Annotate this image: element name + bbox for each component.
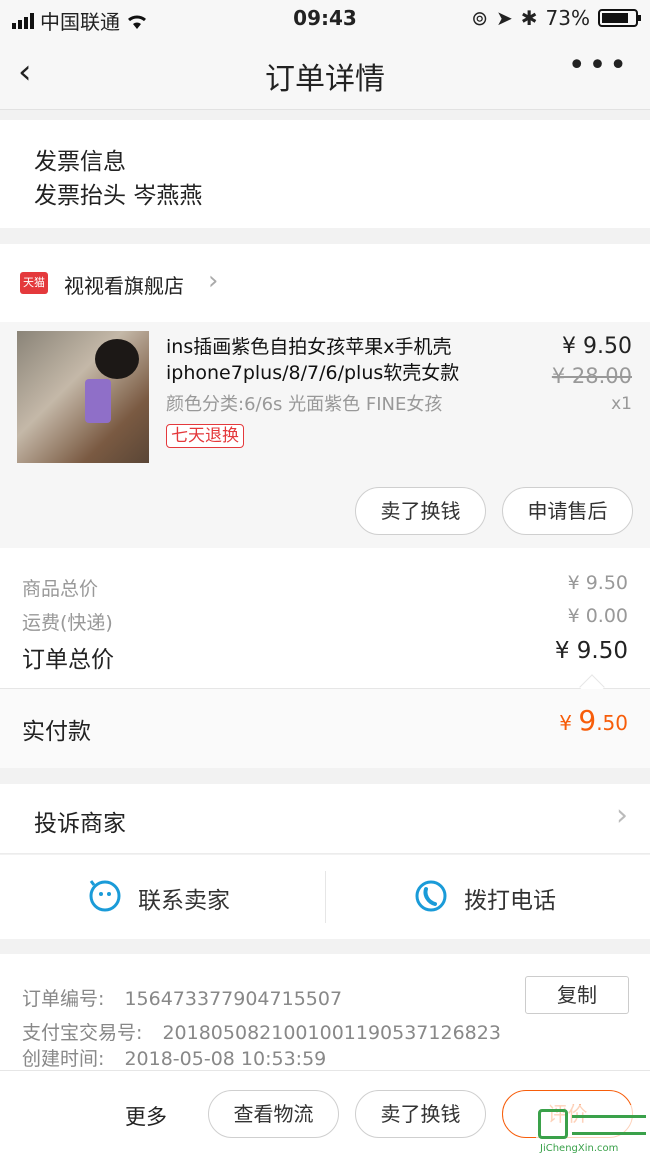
chat-face-icon: [89, 880, 121, 912]
contact-seller-button[interactable]: 联系卖家: [0, 855, 325, 939]
battery-percent: 73%: [545, 6, 590, 30]
page-title: 订单详情: [265, 62, 385, 97]
invoice-header-value: 岑燕燕: [133, 183, 203, 209]
sell-for-cash-button-bottom[interactable]: 卖了换钱: [355, 1090, 486, 1138]
phone-shape: [85, 379, 111, 423]
alipay-label: 支付宝交易号:: [22, 1022, 143, 1044]
copy-button[interactable]: 复制: [525, 976, 629, 1014]
phone-icon: [415, 880, 447, 912]
alipay-value: 2018050821001001190537126823: [162, 1022, 501, 1044]
created-time: 创建时间: 2018-05-08 10:53:59: [22, 1044, 326, 1071]
more-icon[interactable]: •••: [568, 48, 630, 83]
product-title-2: iphone7plus/8/7/6/plus软壳女款: [166, 362, 460, 384]
product-sku: 颜色分类:6/6s 光面紫色 FINE女孩: [166, 394, 443, 415]
after-sale-button[interactable]: 申请售后: [502, 487, 633, 535]
order-number-value: 156473377904715507: [124, 988, 343, 1010]
paid-label: 实付款: [22, 719, 91, 745]
invoice-section: 发票信息 发票抬头 岑燕燕: [0, 120, 650, 228]
chevron-right-icon: ›: [208, 266, 219, 296]
goods-total-label: 商品总价: [22, 578, 99, 600]
battery-icon: [598, 9, 641, 27]
status-bar: 中国联通 09:43 ⊚ ➤ ✱ 73%: [0, 0, 650, 38]
call-button[interactable]: 拨打电话: [326, 855, 650, 939]
created-value: 2018-05-08 10:53:59: [124, 1048, 327, 1070]
created-label: 创建时间:: [22, 1048, 105, 1070]
view-logistics-button[interactable]: 查看物流: [208, 1090, 339, 1138]
product-original-price: ¥ 28.00: [551, 364, 632, 388]
watermark-mark: [538, 1109, 568, 1139]
invoice-header-label: 发票抬头: [34, 183, 126, 209]
order-total-label: 订单总价: [22, 647, 114, 673]
order-number: 订单编号: 156473377904715507: [22, 984, 342, 1011]
sell-for-cash-button[interactable]: 卖了换钱: [355, 487, 486, 535]
paid-decimal: .50: [596, 711, 628, 735]
store-row[interactable]: 天猫 视视看旗舰店 ›: [0, 244, 650, 322]
watermark-logo: JiChengXin.com: [536, 1105, 650, 1156]
hair-shape: [95, 339, 139, 379]
product-qty: x1: [611, 394, 632, 414]
chevron-right-icon: ›: [616, 798, 628, 833]
product-title-1: ins插画紫色自拍女孩苹果x手机壳: [166, 336, 452, 358]
freight-value: ¥ 0.00: [567, 605, 628, 627]
location-icon: ➤: [496, 6, 513, 30]
order-total-value: ¥ 9.50: [554, 638, 628, 664]
paid-currency: ¥: [559, 711, 572, 735]
watermark-url: JiChengXin.com: [540, 1143, 619, 1154]
order-number-label: 订单编号:: [22, 988, 105, 1010]
contact-seller-label: 联系卖家: [138, 888, 230, 914]
price-summary: 商品总价 ¥ 9.50 运费(快递) ¥ 0.00 订单总价 ¥ 9.50 实付…: [0, 548, 650, 768]
contact-bar: 联系卖家 拨打电话: [0, 855, 650, 939]
call-label: 拨打电话: [464, 888, 556, 914]
goods-total-value: ¥ 9.50: [567, 572, 628, 594]
nav-bar: ‹ 订单详情 •••: [0, 38, 650, 110]
paid-integer: 9: [578, 704, 597, 737]
return-tag: 七天退换: [166, 424, 244, 448]
alipay-number: 支付宝交易号: 2018050821001001190537126823: [22, 1018, 501, 1045]
bluetooth-icon: ✱: [520, 6, 538, 30]
bottom-bar: 更多 查看物流 卖了换钱 评价 JiChengXin.com: [0, 1070, 650, 1156]
complaint-label: 投诉商家: [34, 811, 126, 837]
rotation-lock-icon: ⊚: [471, 6, 489, 30]
paid-value: ¥ 9.50: [559, 704, 628, 737]
complaint-row[interactable]: 投诉商家 ›: [0, 784, 650, 854]
invoice-header: 发票抬头 岑燕燕: [34, 176, 202, 210]
watermark-bar: [572, 1115, 646, 1135]
status-right: ⊚ ➤ ✱ 73%: [471, 6, 641, 30]
store-name: 视视看旗舰店: [64, 274, 184, 298]
freight-label: 运费(快递): [22, 612, 113, 634]
tmall-icon: 天猫: [20, 272, 48, 294]
product-price: ¥ 9.50: [562, 334, 632, 359]
product-thumbnail[interactable]: [17, 331, 149, 463]
product-card[interactable]: ins插画紫色自拍女孩苹果x手机壳 iphone7plus/8/7/6/plus…: [0, 322, 650, 548]
order-info: 订单编号: 156473377904715507 复制 支付宝交易号: 2018…: [0, 954, 650, 1070]
more-button[interactable]: 更多: [125, 1101, 167, 1131]
invoice-title: 发票信息: [34, 149, 126, 175]
paid-row-bg: [0, 689, 650, 768]
